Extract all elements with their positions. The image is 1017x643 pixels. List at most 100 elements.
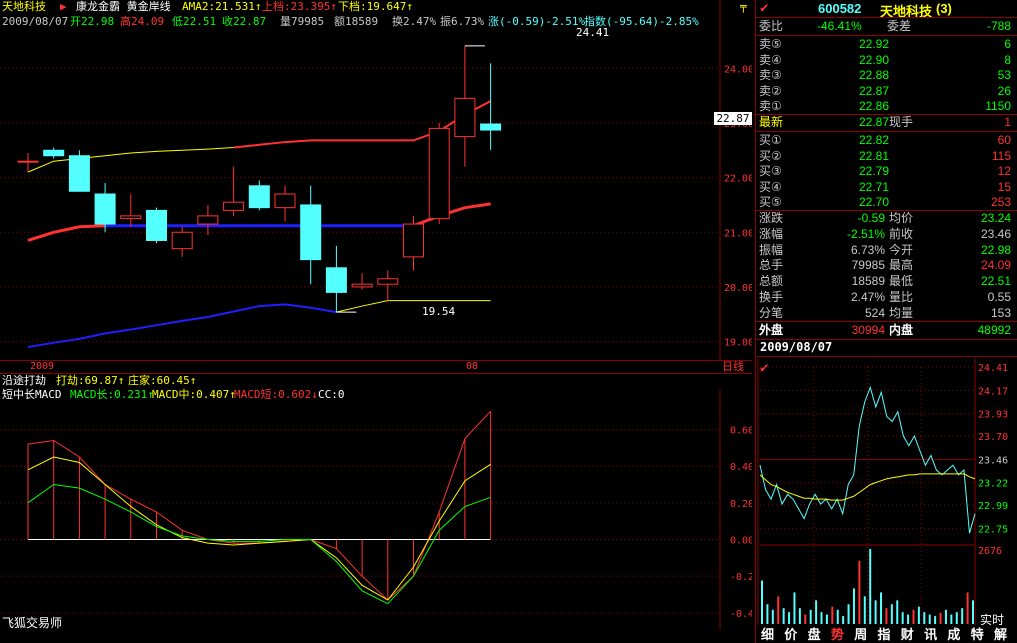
tab-price[interactable]: 价 <box>784 626 797 643</box>
ask-row[interactable]: 卖③ 22.88 53 <box>757 67 1015 84</box>
volume-tick: 2676 <box>978 546 1003 557</box>
candle-body <box>454 97 476 138</box>
bid-row[interactable]: 买③ 22.79 12 <box>757 163 1015 180</box>
intraday-check-icon[interactable]: ✔ <box>760 360 768 376</box>
macd-tick: -0.20 <box>730 572 752 583</box>
macd-tick: 0.40 <box>730 462 752 473</box>
tab-week[interactable]: 周 <box>854 626 867 643</box>
candle-body <box>325 267 347 293</box>
intraday-price-tick: 22.75 <box>978 524 1008 535</box>
intraday-price-tick: 24.41 <box>978 363 1008 374</box>
ask-row[interactable]: 卖① 22.86 1150 <box>757 98 1015 115</box>
price-tick: 21.00 <box>724 228 752 239</box>
ratio-value: -46.41% <box>817 19 862 33</box>
quote-stock-suffix: (3) <box>936 1 952 16</box>
bid-price: 22.71 <box>858 179 889 194</box>
macd-tick: 0.60 <box>730 426 752 437</box>
stat-label: 涨幅 <box>759 226 784 241</box>
bid-label: 买④ <box>759 179 782 194</box>
bid-row[interactable]: 买⑤ 22.70 253 <box>757 194 1015 211</box>
intraday-price-tick: 24.17 <box>978 386 1008 397</box>
ratio-row: 委比 -46.41% 委差 -788 <box>759 19 1011 33</box>
tab-detail[interactable]: 细 <box>761 626 774 643</box>
quote-date: 2009/08/07 <box>760 340 833 354</box>
ask-volume: 1150 <box>985 99 1011 114</box>
stat-label: 前收 <box>889 226 914 241</box>
stat-label: 分笔 <box>759 305 784 320</box>
intraday-price-line <box>759 385 976 534</box>
macd-long-line <box>27 483 491 605</box>
tab-trend[interactable]: 势 <box>831 626 844 643</box>
ask-volume: 8 <box>1004 52 1011 67</box>
candle-body <box>146 209 167 241</box>
intraday-price-tick: 22.99 <box>978 501 1008 512</box>
tab-explain[interactable]: 解 <box>994 626 1007 643</box>
stat-value: 22.98 <box>980 242 1011 257</box>
candle-body <box>223 201 245 211</box>
last-price-row: 最新 22.87 现手 1 <box>759 115 1011 129</box>
bid-row[interactable]: 买② 22.81 115 <box>757 148 1015 165</box>
software-footer: 飞狐交易师 <box>2 616 63 630</box>
macd-title[interactable]: 沿途打劫 <box>2 374 46 387</box>
ask-row[interactable]: 卖⑤ 22.92 6 <box>757 36 1015 53</box>
bid-row[interactable]: 买④ 22.71 15 <box>757 179 1015 196</box>
stat-row: 涨跌 -0.59 均价 23.24 <box>757 210 1015 227</box>
stat-value: 23.46 <box>980 226 1011 241</box>
intraday-avg-line <box>759 473 976 501</box>
price-tick: 20.00 <box>724 283 752 294</box>
stat-value: 79985 <box>851 258 885 273</box>
stat-label: 振幅 <box>759 242 784 257</box>
intraday-price-tick: 23.93 <box>978 410 1008 421</box>
candle-body <box>248 185 270 209</box>
macd-tick: -0.40 <box>730 609 752 620</box>
candle-body <box>17 160 39 163</box>
bid-price: 22.82 <box>858 133 889 147</box>
tab-finance[interactable]: 财 <box>901 626 914 643</box>
ask-volume: 53 <box>997 68 1011 83</box>
ask-row[interactable]: 卖④ 22.90 8 <box>757 52 1015 69</box>
stat-label: 最高 <box>889 258 914 273</box>
candle-body <box>43 149 65 157</box>
tab-book[interactable]: 盘 <box>808 626 821 643</box>
diff-value: -788 <box>986 19 1011 33</box>
diff-label: 委差 <box>887 19 912 33</box>
price-tick: 24.00 <box>724 64 752 75</box>
stat-label: 均价 <box>889 211 914 225</box>
stat-label: 最低 <box>889 274 914 289</box>
candle-body <box>403 223 424 258</box>
tab-trades[interactable]: 成 <box>947 626 960 643</box>
stat-label: 涨跌 <box>759 211 784 225</box>
x-label-2009: 2009 <box>30 361 55 372</box>
intraday-price-tick: 23.70 <box>978 432 1008 443</box>
bid-price: 22.79 <box>858 164 889 179</box>
ask-label: 卖② <box>759 83 782 98</box>
stat-value: 153 <box>990 305 1011 320</box>
x-label-08: 08 <box>466 361 479 372</box>
bid-row[interactable]: 买① 22.82 60 <box>757 132 1015 149</box>
stat-value: 2.47% <box>850 290 885 304</box>
stat-label: 量比 <box>889 290 914 304</box>
macd-chart[interactable]: 0.60 0.40 0.20 0.00 -0.20 -0.40 <box>0 390 752 630</box>
candle-body <box>480 123 502 131</box>
tab-index[interactable]: 指 <box>878 626 891 643</box>
ask-volume: 26 <box>997 83 1011 98</box>
stat-value: 22.51 <box>980 274 1011 289</box>
bid-label: 买⑤ <box>759 195 782 210</box>
stat-label: 换手 <box>759 290 784 304</box>
current-price-tag: 22.87 <box>714 112 752 125</box>
candle-body <box>274 193 296 209</box>
bottom-tab-bar: 细价盘势周指财讯成特解 <box>758 626 1017 643</box>
candle-body <box>171 231 193 250</box>
tab-special[interactable]: 特 <box>971 626 984 643</box>
candle-body <box>428 127 450 220</box>
lower-band-blue <box>27 303 337 349</box>
ask-row[interactable]: 卖② 22.87 26 <box>757 83 1015 100</box>
ask-label: 卖⑤ <box>759 37 782 51</box>
bid-label: 买① <box>759 133 782 147</box>
upper-band-red-line <box>233 100 492 149</box>
check-icon[interactable]: ✔ <box>760 0 768 16</box>
tab-news[interactable]: 讯 <box>924 626 937 643</box>
candlestick-chart[interactable]: 24.0023.0022.0021.0020.0019.00 <box>0 0 752 360</box>
candle-body <box>351 283 373 288</box>
period-label[interactable]: 日线 <box>722 361 744 373</box>
